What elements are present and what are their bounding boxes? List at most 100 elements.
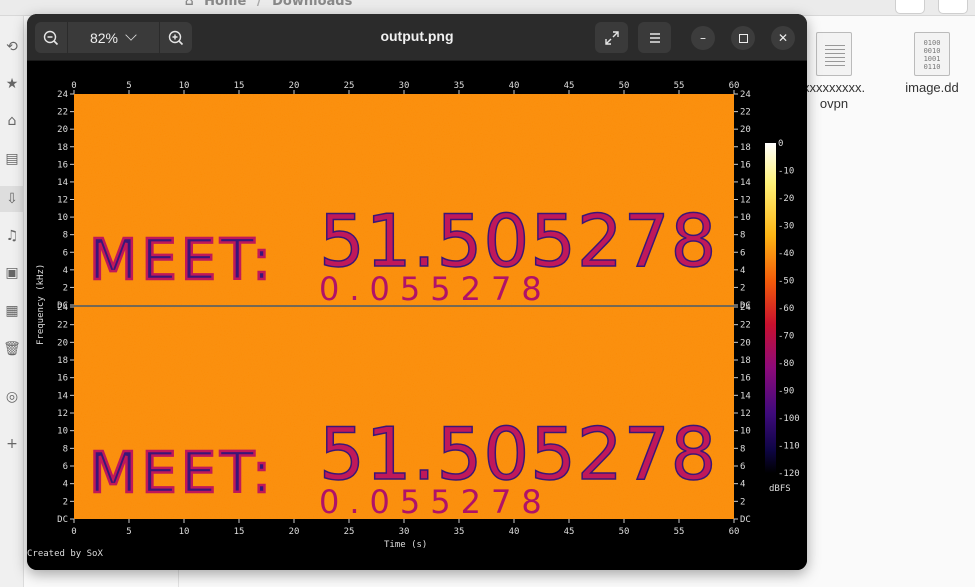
y-tick-label: 14	[57, 178, 68, 188]
y-tick-label: 16	[57, 160, 68, 170]
x-tick-label: 0	[71, 81, 76, 91]
y-tick-label: 20	[740, 125, 751, 135]
recent-icon[interactable]: ⟲	[0, 34, 24, 60]
trash-icon[interactable]: 🗑	[0, 336, 24, 362]
y-tick-label: 2	[63, 283, 68, 293]
x-tick-label: 45	[564, 81, 575, 91]
y-tick-label: 6	[63, 462, 68, 472]
x-tick-label: 10	[179, 527, 190, 537]
y-tick-label: 6	[740, 462, 745, 472]
y-tick-label: 4	[740, 266, 745, 276]
maximize-icon	[738, 33, 748, 43]
y-tick-label: 4	[63, 480, 68, 490]
colorbar-tick-label: -90	[778, 387, 794, 397]
breadcrumb-downloads[interactable]: Downloads	[272, 0, 352, 9]
sidebar: ⟲ ★ ⌂ ▤ ⇩ ♫ ▣ ▦ 🗑 ◎ +	[0, 16, 24, 587]
colorbar-tick-label: -100	[778, 414, 800, 424]
minimize-button[interactable]: –	[691, 26, 715, 50]
y-tick-label: 8	[740, 444, 745, 454]
y-tick-label: 22	[57, 321, 68, 331]
y-tick-label: 20	[57, 125, 68, 135]
x-tick-label: 50	[619, 527, 630, 537]
x-tick-label: 55	[674, 81, 685, 91]
view-options-button[interactable]	[895, 0, 925, 14]
colorbar-tick-label: -70	[778, 332, 794, 342]
y-tick-label: 8	[63, 444, 68, 454]
videos-icon[interactable]: ▦	[0, 298, 24, 324]
colorbar-tick-label: -20	[778, 194, 794, 204]
y-tick-label: 24	[740, 90, 751, 100]
x-tick-label: 15	[234, 527, 245, 537]
y-tick-label: 18	[740, 143, 751, 153]
y-tick-label: 10	[57, 213, 68, 223]
y-tick-label: 2	[63, 497, 68, 507]
downloads-icon[interactable]: ⇩	[0, 186, 24, 212]
disc-icon[interactable]: ◎	[0, 384, 24, 410]
y-tick-label: 22	[57, 108, 68, 118]
text-file-icon	[816, 32, 852, 76]
y-tick-label: 6	[740, 248, 745, 258]
x-tick-label: 5	[126, 527, 131, 537]
home-icon[interactable]: ⌂	[185, 0, 194, 8]
home-icon[interactable]: ⌂	[0, 108, 24, 134]
music-icon[interactable]: ♫	[0, 223, 24, 249]
minimize-icon: –	[700, 31, 706, 45]
y-tick-label: 18	[57, 143, 68, 153]
y-tick-label: 4	[63, 266, 68, 276]
y-tick-label: 20	[740, 338, 751, 348]
x-tick-label: 25	[344, 527, 355, 537]
x-tick-label: 40	[509, 81, 520, 91]
pictures-icon[interactable]: ▣	[0, 260, 24, 286]
fullscreen-button[interactable]	[595, 22, 628, 53]
colorbar-tick-label: 0	[778, 139, 783, 149]
starred-icon[interactable]: ★	[0, 71, 24, 97]
image-canvas[interactable]: MEET: 51.505278 0.055278 MEET: 51.505278…	[27, 61, 807, 570]
image-viewer-window: 82% output.png – ✕ MEET: 51.505278 0.055…	[27, 14, 807, 570]
y-tick-label: 14	[740, 178, 751, 188]
file-name: image.dd	[905, 80, 959, 95]
hidden-text-longitude: 0.055278	[319, 270, 552, 308]
y-tick-label: 24	[57, 303, 68, 313]
y-tick-label: 22	[740, 108, 751, 118]
y-tick-label: 10	[740, 213, 751, 223]
search-button[interactable]	[938, 0, 968, 14]
breadcrumb: ⌂ Home / Downloads	[185, 0, 358, 9]
y-axis-label: Frequency (kHz)	[36, 264, 46, 345]
hidden-text-longitude: 0.055278	[319, 483, 552, 521]
y-tick-label: 20	[57, 338, 68, 348]
colorbar	[765, 143, 776, 473]
y-tick-label: 24	[740, 303, 751, 313]
colorbar-tick-label: -80	[778, 359, 794, 369]
y-tick-label: 14	[57, 391, 68, 401]
x-tick-label: 35	[454, 81, 465, 91]
close-button[interactable]: ✕	[771, 26, 795, 50]
colorbar-label: dBFS	[769, 484, 791, 494]
breadcrumb-home[interactable]: Home	[204, 0, 246, 9]
maximize-button[interactable]	[731, 26, 755, 50]
hidden-text-meet: MEET:	[89, 228, 275, 293]
colorbar-ticks: 0 -10 -20 -30 -40 -50 -60 -70 -80 -90 -100 -110 -120	[778, 139, 800, 479]
x-axis-label: Time (s)	[384, 540, 427, 550]
x-tick-label: 15	[234, 81, 245, 91]
credit-text: Created by SoX	[27, 549, 103, 559]
colorbar-tick-label: -50	[778, 277, 794, 287]
y-tick-label: 22	[740, 321, 751, 331]
x-tick-label: 45	[564, 527, 575, 537]
file-item-image-dd[interactable]: 0100 0010 1001 0110 image.dd	[892, 32, 972, 96]
documents-icon[interactable]: ▤	[0, 146, 24, 172]
y-tick-label: DC	[740, 515, 751, 525]
y-tick-label: 14	[740, 391, 751, 401]
window-title: output.png	[380, 28, 454, 44]
hidden-text-meet: MEET:	[89, 441, 275, 506]
y-tick-label: 6	[63, 248, 68, 258]
y-tick-label: 16	[57, 374, 68, 384]
x-tick-label: 35	[454, 527, 465, 537]
add-location-icon[interactable]: +	[0, 431, 24, 457]
x-tick-label: 20	[289, 81, 300, 91]
menu-button[interactable]	[638, 22, 671, 53]
titlebar: 82% output.png – ✕	[27, 14, 807, 61]
y-tick-label: 16	[740, 374, 751, 384]
x-tick-label: 5	[126, 81, 131, 91]
x-tick-label: 20	[289, 527, 300, 537]
y-tick-label: 12	[740, 409, 751, 419]
